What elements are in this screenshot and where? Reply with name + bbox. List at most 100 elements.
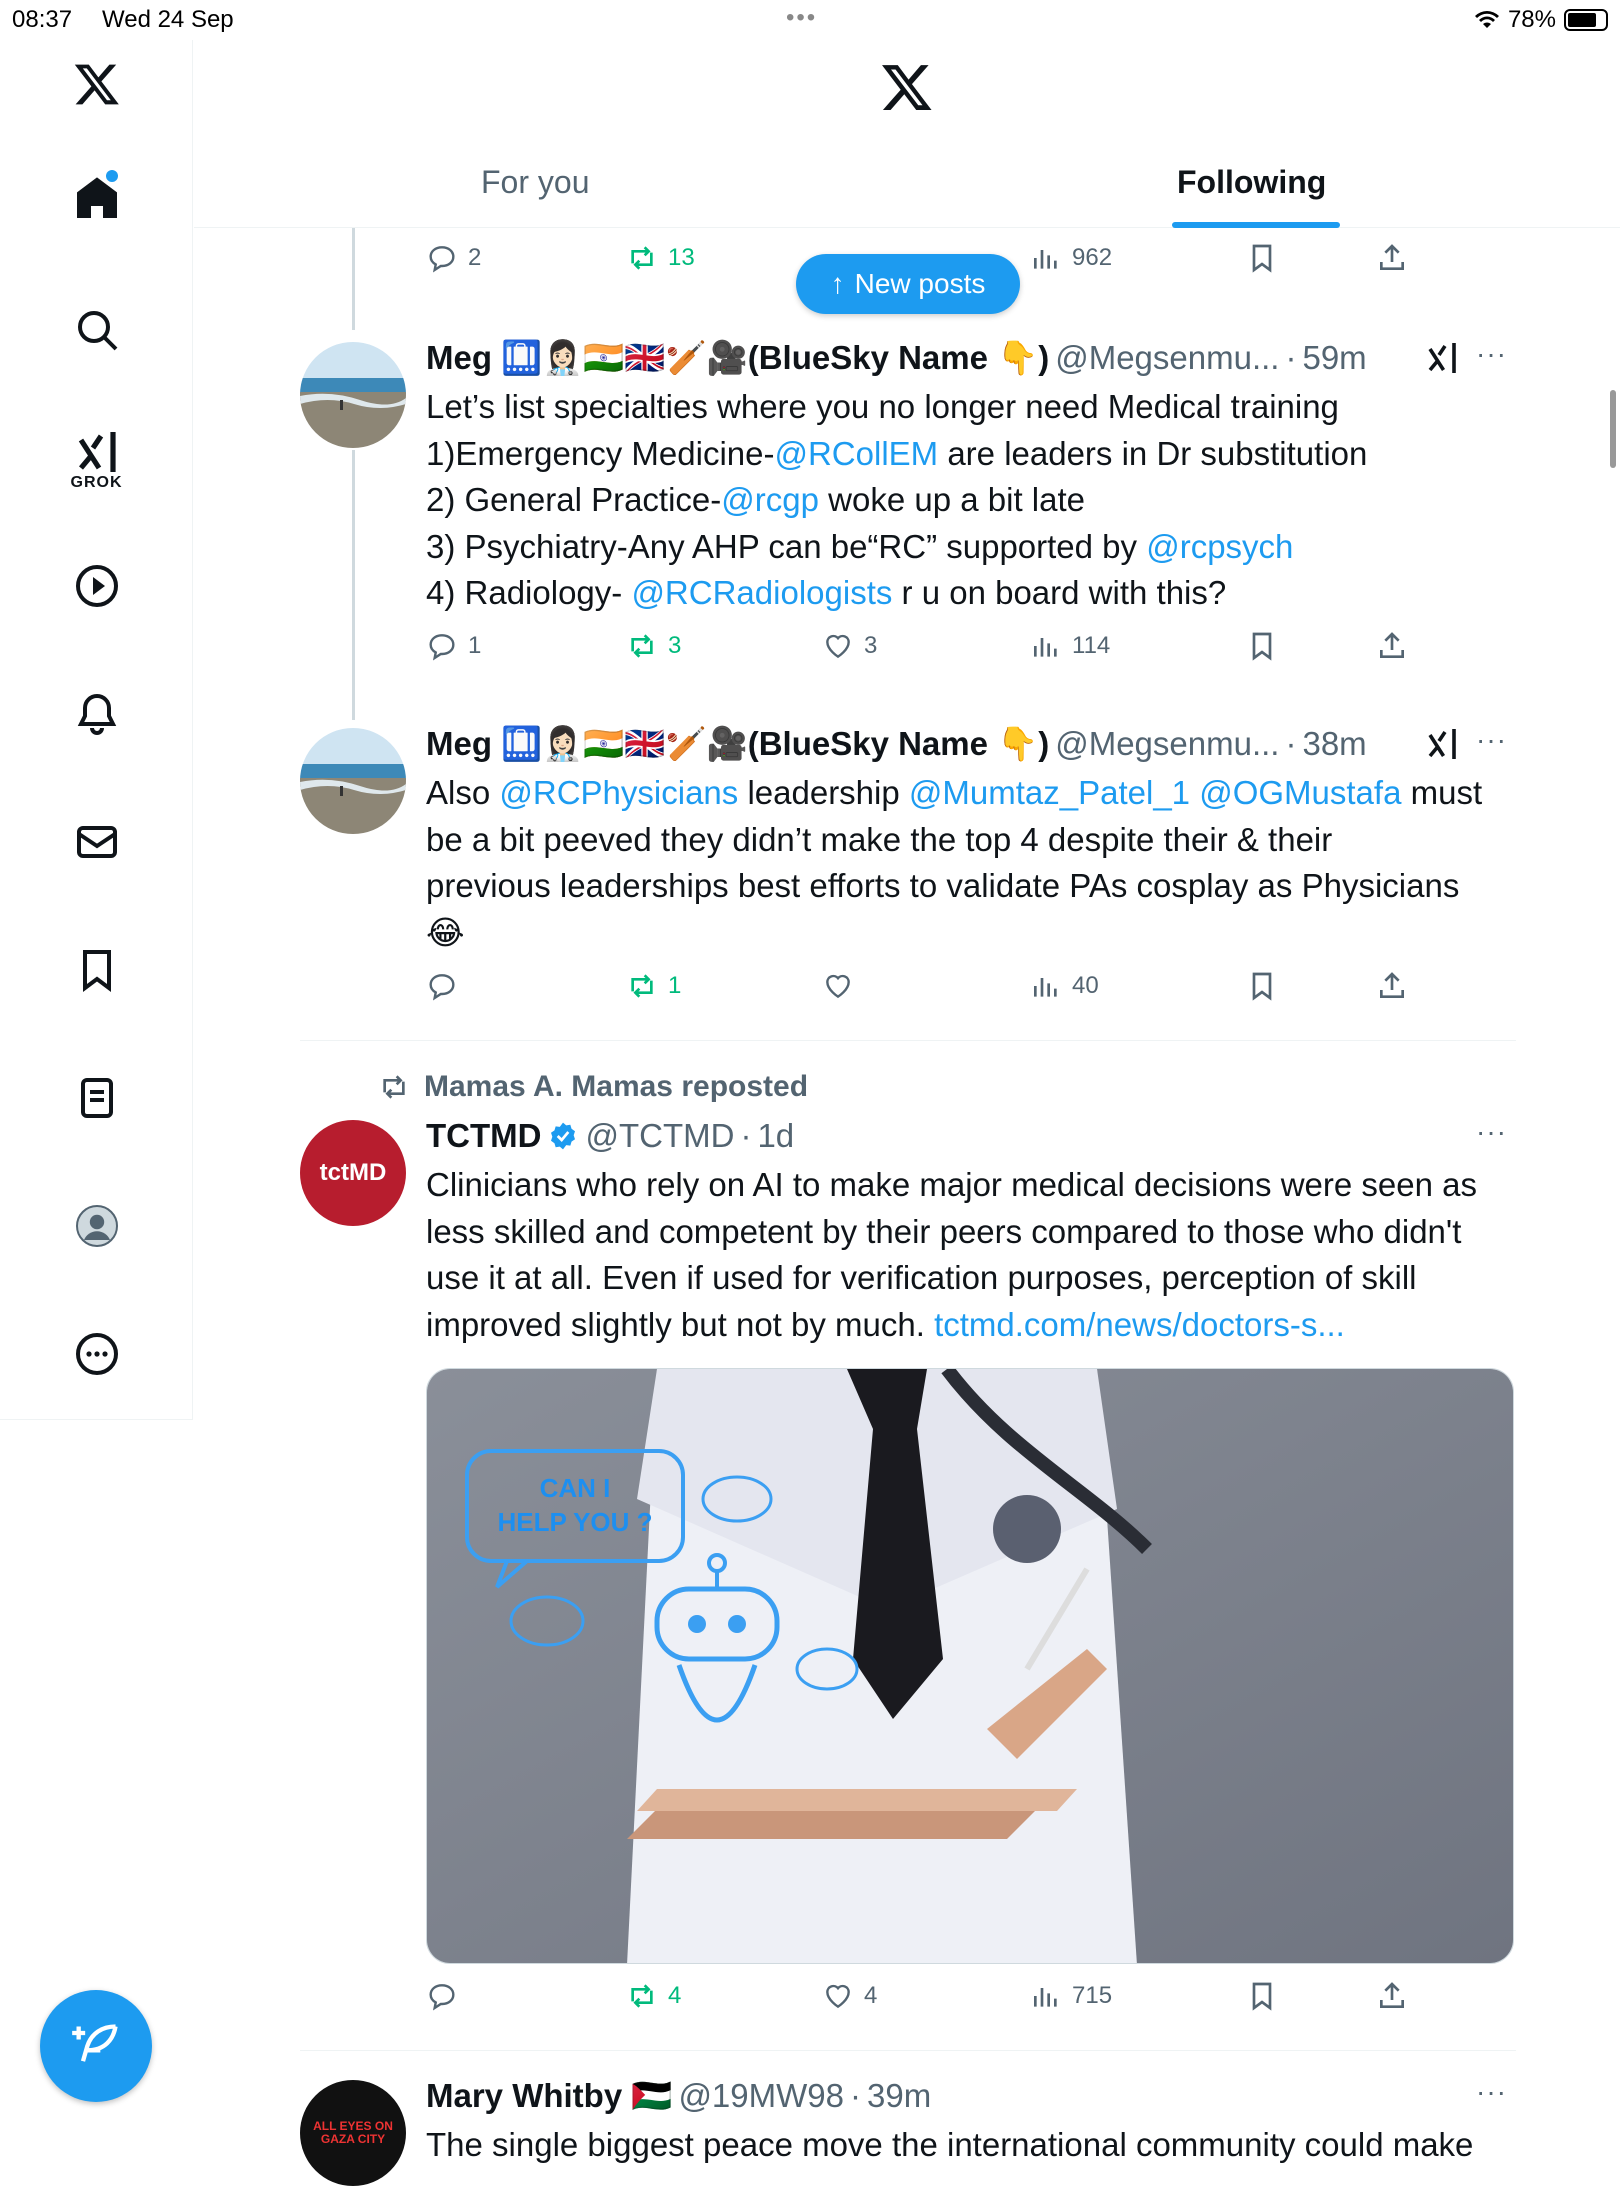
repost-button[interactable]: 13 — [626, 242, 695, 274]
tweet-media-image[interactable]: CAN I HELP YOU ? — [426, 1368, 1514, 1964]
tweet-text-line: Clinicians who rely on AI to make major … — [426, 1162, 1516, 1209]
author-name[interactable]: Mary Whitby 🇵🇸 — [426, 2077, 672, 2116]
sidebar-item-more[interactable] — [0, 1330, 193, 1378]
new-posts-button[interactable]: ↑ New posts — [796, 254, 1020, 314]
image-caption-line1: CAN I — [540, 1473, 611, 1503]
share-button[interactable] — [1376, 242, 1408, 274]
author-handle[interactable]: @Megsenmu... — [1055, 725, 1279, 763]
tweet-link[interactable]: @Mumtaz_Patel_1 — [909, 774, 1190, 811]
reply-icon — [429, 634, 455, 661]
avatar[interactable] — [300, 342, 406, 448]
more-options-icon[interactable]: ··· — [1476, 724, 1507, 756]
bell-icon — [77, 693, 116, 735]
author-name[interactable]: Meg 🛄👩🏻‍⚕️🇮🇳🇬🇧🏏🎥(BlueSky Name 👇) — [426, 339, 1049, 378]
tweet-text-segment: r u on board with this? — [892, 574, 1227, 611]
tab-for-you[interactable]: For you — [481, 164, 589, 201]
sidebar-item-lists[interactable] — [0, 1074, 193, 1122]
bookmark-icon — [1252, 972, 1272, 1001]
avatar[interactable]: ALL EYES ON GAZA CITY — [300, 2080, 406, 2186]
tweet-divider — [300, 1040, 1516, 1041]
sidebar-item-bookmarks[interactable] — [0, 946, 193, 994]
share-button[interactable] — [1376, 970, 1408, 1002]
author-name[interactable]: TCTMD — [426, 1117, 541, 1155]
repost-button[interactable]: 1 — [626, 970, 681, 1002]
grok-explain-icon[interactable] — [1424, 340, 1460, 376]
tweet-link[interactable]: tctmd.com/news/doctors-s... — [934, 1306, 1345, 1343]
more-options-icon[interactable]: ··· — [1476, 2076, 1507, 2108]
author-handle[interactable]: @TCTMD — [585, 1117, 734, 1155]
reply-button[interactable]: 2 — [426, 242, 481, 274]
tweet-actions: 1 40 — [426, 970, 1606, 1014]
repost-button[interactable]: 3 — [626, 630, 681, 662]
tweet-header: Meg 🛄👩🏻‍⚕️🇮🇳🇬🇧🏏🎥(BlueSky Name 👇) @Megsen… — [426, 338, 1367, 378]
avatar[interactable]: tctMD — [300, 1120, 406, 1226]
author-handle[interactable]: @Megsenmu... — [1055, 339, 1279, 377]
bookmark-button[interactable] — [1246, 630, 1278, 662]
bookmark-button[interactable] — [1246, 242, 1278, 274]
repost-icon — [631, 634, 653, 658]
profile-avatar-icon — [75, 1205, 118, 1247]
like-button[interactable]: 4 — [822, 1980, 877, 2012]
active-tab-indicator — [1172, 222, 1340, 228]
tweet-body: Meg 🛄👩🏻‍⚕️🇮🇳🇬🇧🏏🎥(BlueSky Name 👇) @Megsen… — [426, 336, 1516, 617]
sidebar-item-video[interactable] — [0, 562, 193, 610]
share-icon — [1380, 972, 1404, 998]
compose-post-button[interactable] — [40, 1990, 152, 2102]
heart-icon — [826, 974, 850, 999]
tweet-text-line: less skilled and competent by their peer… — [426, 1209, 1516, 1256]
arrow-up-icon: ↑ — [830, 268, 845, 299]
tweet-text-segment: 4) Radiology- — [426, 574, 632, 611]
tweet-text-segment — [1190, 774, 1199, 811]
share-button[interactable] — [1376, 1980, 1408, 2012]
author-name[interactable]: Meg 🛄👩🏻‍⚕️🇮🇳🇬🇧🏏🎥(BlueSky Name 👇) — [426, 725, 1049, 764]
reply-icon — [429, 974, 455, 1001]
tweet-link[interactable]: @rcgp — [721, 481, 819, 518]
tweet-text-segment: 2) General Practice- — [426, 481, 722, 518]
bookmark-button[interactable] — [1246, 1980, 1278, 2012]
sidebar-item-notifications[interactable] — [0, 690, 193, 738]
tweet-time[interactable]: 59m — [1302, 339, 1366, 377]
share-button[interactable] — [1376, 630, 1408, 662]
repost-icon — [631, 1984, 653, 2008]
bookmark-button[interactable] — [1246, 970, 1278, 1002]
reply-button[interactable] — [426, 970, 468, 1002]
x-logo-icon[interactable] — [0, 60, 193, 108]
image-caption-line2: HELP YOU ? — [497, 1507, 652, 1537]
grok-explain-icon[interactable] — [1424, 726, 1460, 762]
tweet-actions: 1 3 3 114 — [426, 630, 1606, 674]
scrollbar[interactable] — [1610, 390, 1616, 468]
views-button[interactable]: 40 — [1030, 970, 1099, 1002]
views-button[interactable]: 962 — [1030, 242, 1112, 274]
tweet-text-segment: 3) Psychiatry-Any AHP can be“RC” support… — [426, 527, 1147, 565]
views-button[interactable]: 715 — [1030, 1980, 1112, 2012]
tweet-time[interactable]: 39m — [867, 2077, 931, 2115]
reply-button[interactable] — [426, 1980, 468, 2012]
tweet-link[interactable]: @rcpsych — [1146, 528, 1293, 565]
reply-button[interactable]: 1 — [426, 630, 481, 662]
author-handle[interactable]: @19MW98 — [678, 2077, 844, 2115]
more-options-icon[interactable]: ··· — [1476, 1116, 1507, 1148]
tweet-link[interactable]: @RCRadiologists — [631, 574, 892, 611]
sidebar-item-profile[interactable] — [0, 1202, 193, 1250]
tab-following[interactable]: Following — [1177, 164, 1326, 201]
like-button[interactable] — [822, 970, 864, 1002]
tweet-link[interactable]: @RCollEM — [774, 435, 938, 472]
repost-by-label[interactable]: Mamas A. Mamas reposted — [424, 1070, 808, 1104]
tweet-link[interactable]: @RCPhysicians — [499, 774, 738, 811]
sidebar-item-grok[interactable]: GROK — [0, 428, 193, 492]
reply-icon — [429, 1984, 455, 2011]
tweet-text-line: Also @RCPhysicians leadership @Mumtaz_Pa… — [426, 770, 1516, 817]
sidebar-item-home[interactable] — [0, 170, 193, 222]
views-button[interactable]: 114 — [1030, 630, 1110, 662]
sidebar-item-messages[interactable] — [0, 818, 193, 866]
tweet-header: Mary Whitby 🇵🇸 @19MW98 · 39m — [426, 2076, 932, 2116]
tweet-time[interactable]: 38m — [1302, 725, 1366, 763]
tweet-link[interactable]: @OGMustafa — [1199, 774, 1401, 811]
tweet-time[interactable]: 1d — [757, 1117, 794, 1155]
more-options-icon[interactable]: ··· — [1476, 338, 1507, 370]
avatar[interactable] — [300, 728, 406, 834]
tweet-text-segment: woke up a bit late — [818, 481, 1085, 518]
like-button[interactable]: 3 — [822, 630, 877, 662]
repost-button[interactable]: 4 — [626, 1980, 681, 2012]
sidebar-item-explore[interactable] — [0, 306, 193, 354]
